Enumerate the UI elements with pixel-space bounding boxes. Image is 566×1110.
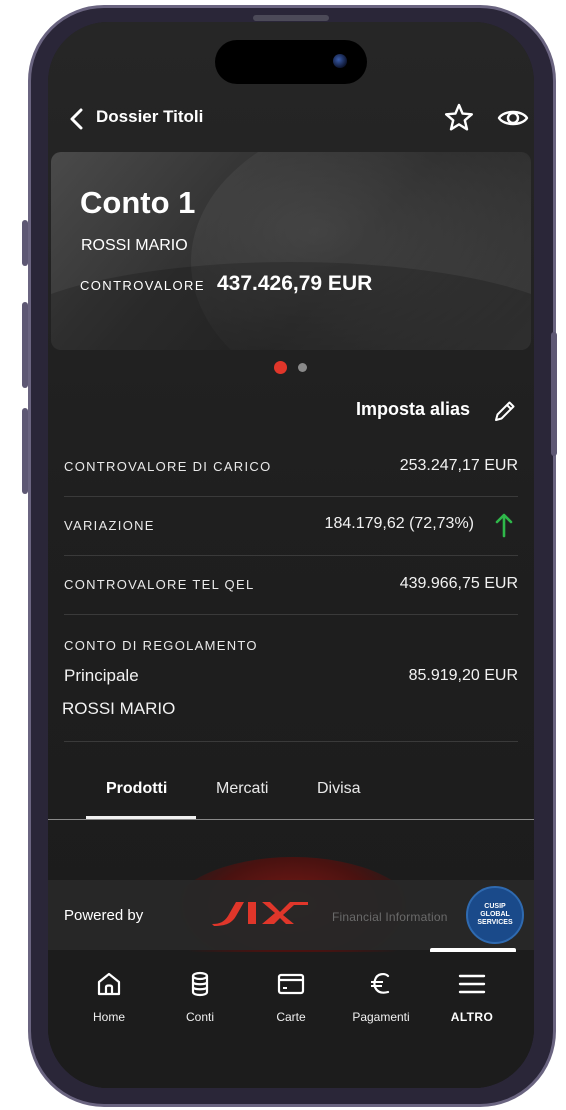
database-icon — [191, 971, 209, 997]
home-icon — [97, 972, 121, 996]
divider — [64, 555, 518, 556]
side-button-power — [551, 332, 557, 456]
side-button-action — [22, 220, 28, 266]
variazione-value: 184.179,62 (72,73%) — [324, 515, 474, 532]
pencil-edit-icon[interactable] — [492, 398, 518, 424]
pager-dot-active[interactable] — [274, 361, 287, 374]
regolamento-label: CONTO DI REGOLAMENTO — [64, 638, 258, 653]
side-button-volume-up — [22, 302, 28, 388]
app-screen: Dossier Titoli Conto 1 ROSSI MARIO CONTR… — [48, 22, 534, 1088]
speaker-grille — [253, 15, 329, 21]
divider — [64, 614, 518, 615]
nav-altro[interactable]: ALTRO — [427, 970, 517, 1024]
trend-up-arrow-icon — [495, 513, 513, 538]
card-icon — [277, 973, 305, 995]
nav-carte[interactable]: Carte — [246, 970, 336, 1024]
carico-label: CONTROVALORE DI CARICO — [64, 459, 272, 474]
side-button-volume-down — [22, 408, 28, 494]
account-owner: ROSSI MARIO — [81, 237, 188, 254]
controvalore-value: 437.426,79 EUR — [217, 272, 373, 295]
six-logo — [212, 902, 308, 926]
camera-lens — [333, 54, 347, 68]
variazione-label: VARIAZIONE — [64, 518, 155, 533]
nav-conti[interactable]: Conti — [155, 970, 245, 1024]
divider — [64, 496, 518, 497]
euro-icon — [371, 973, 390, 994]
telqel-value: 439.966,75 EUR — [399, 575, 518, 592]
bottom-nav: Home Conti Carte Pagamenti ALTRO — [48, 952, 534, 1088]
account-name: Conto 1 — [80, 185, 196, 220]
tab-mercati[interactable]: Mercati — [216, 780, 268, 798]
page-title: Dossier Titoli — [96, 107, 204, 126]
powered-by-banner: Powered by Financial Information CUSIP G… — [48, 880, 534, 950]
tab-divisa[interactable]: Divisa — [317, 780, 361, 798]
powered-by-text: Powered by — [64, 907, 144, 924]
provider-info-text: Financial Information — [332, 910, 448, 924]
visibility-eye-icon[interactable] — [496, 102, 530, 134]
dynamic-island — [215, 40, 367, 84]
cusip-logo: CUSIP GLOBAL SERVICES — [466, 886, 524, 944]
regolamento-owner: ROSSI MARIO — [62, 699, 176, 718]
tab-bar-divider — [48, 819, 534, 820]
account-card[interactable]: Conto 1 ROSSI MARIO CONTROVALORE 437.426… — [51, 152, 531, 350]
tab-prodotti[interactable]: Prodotti — [106, 780, 167, 798]
controvalore-label: CONTROVALORE — [80, 278, 205, 293]
back-chevron-icon[interactable] — [62, 104, 92, 134]
nav-home[interactable]: Home — [64, 970, 154, 1024]
regolamento-value: 85.919,20 EUR — [408, 667, 518, 684]
pager-dot-inactive[interactable] — [298, 363, 307, 372]
divider — [64, 741, 518, 742]
carico-value: 253.247,17 EUR — [399, 457, 518, 474]
top-app-bar: Dossier Titoli — [48, 100, 534, 136]
nav-pagamenti[interactable]: Pagamenti — [336, 970, 426, 1024]
menu-icon — [458, 974, 486, 994]
favorite-star-icon[interactable] — [443, 102, 475, 134]
telqel-label: CONTROVALORE TEL QEL — [64, 577, 255, 592]
regolamento-name: Principale — [64, 666, 139, 685]
set-alias-button[interactable]: Imposta alias — [356, 399, 470, 420]
